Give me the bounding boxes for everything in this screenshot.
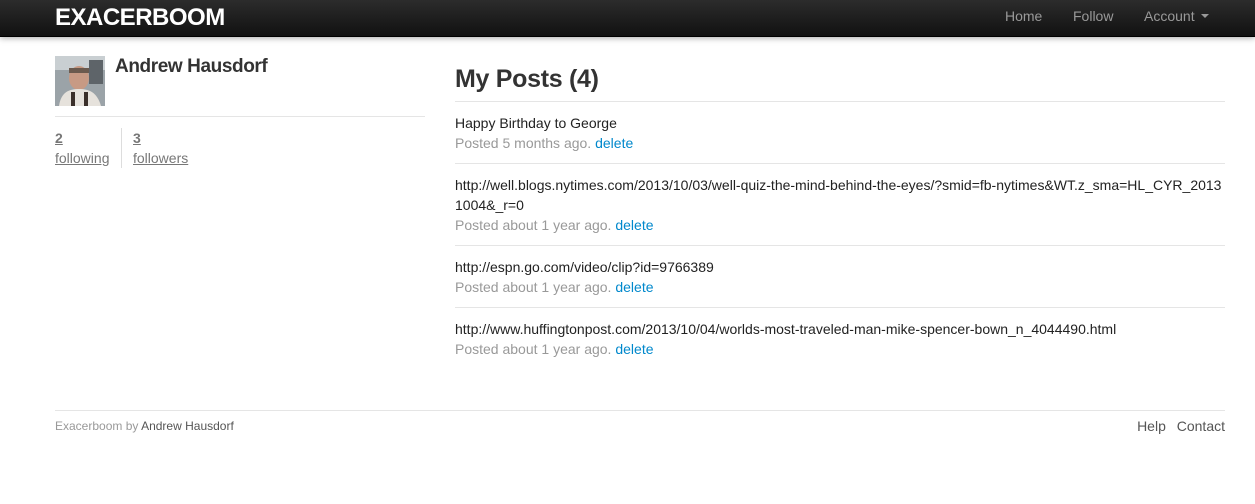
nav-follow-link[interactable]: Follow: [1073, 0, 1113, 37]
delete-post-link[interactable]: delete: [615, 341, 653, 357]
following-count: 2: [55, 130, 63, 146]
post-content: http://www.huffingtonpost.com/2013/10/04…: [455, 321, 1117, 337]
delete-post-link[interactable]: delete: [615, 279, 653, 295]
post-content: http://espn.go.com/video/clip?id=9766389: [455, 259, 714, 275]
post-timestamp: Posted 5 months ago. delete: [455, 133, 1225, 153]
posts-heading: My Posts (4): [455, 65, 599, 93]
sidebar-divider: [55, 116, 425, 117]
post-item: http://well.blogs.nytimes.com/2013/10/03…: [455, 163, 1225, 245]
followers-label: followers: [133, 150, 189, 166]
footer-credit: Exacerboom by Andrew Hausdorf: [55, 418, 234, 434]
post-item: http://www.huffingtonpost.com/2013/10/04…: [455, 307, 1225, 369]
avatar[interactable]: [55, 56, 105, 106]
post-timestamp: Posted about 1 year ago. delete: [455, 339, 1225, 359]
caret-down-icon: [1200, 13, 1209, 18]
footer-help-link[interactable]: Help: [1137, 418, 1166, 434]
post-time-text: Posted 5 months ago.: [455, 135, 592, 151]
brand-logo[interactable]: EXACERBOOM: [55, 3, 225, 33]
delete-post-link[interactable]: delete: [615, 217, 653, 233]
nav-home-link[interactable]: Home: [1005, 0, 1042, 37]
nav-account-label: Account: [1144, 8, 1195, 24]
footer-links: Help Contact: [1130, 417, 1225, 435]
delete-post-link[interactable]: delete: [595, 135, 633, 151]
footer-by-text: by: [125, 419, 139, 433]
post-time-text: Posted about 1 year ago.: [455, 341, 612, 357]
profile-user-name: Andrew Hausdorf: [115, 56, 268, 77]
followers-stat[interactable]: 3 followers: [121, 128, 188, 168]
posts-list: Happy Birthday to George Posted 5 months…: [455, 101, 1225, 369]
post-time-text: Posted about 1 year ago.: [455, 217, 612, 233]
post-time-text: Posted about 1 year ago.: [455, 279, 612, 295]
footer-author-link[interactable]: Andrew Hausdorf: [141, 419, 234, 433]
post-item: Happy Birthday to George Posted 5 months…: [455, 101, 1225, 163]
post-timestamp: Posted about 1 year ago. delete: [455, 277, 1225, 297]
following-label: following: [55, 150, 110, 166]
footer-divider: [55, 410, 1225, 411]
following-stat[interactable]: 2 following: [55, 128, 109, 168]
post-content: http://well.blogs.nytimes.com/2013/10/03…: [455, 177, 1222, 213]
footer-contact-link[interactable]: Contact: [1177, 418, 1225, 434]
avatar-photo-icon: [55, 56, 105, 106]
post-content: Happy Birthday to George: [455, 115, 617, 131]
post-item: http://espn.go.com/video/clip?id=9766389…: [455, 245, 1225, 307]
footer-site-name: Exacerboom: [55, 419, 123, 433]
followers-count: 3: [133, 130, 141, 146]
nav-account-dropdown[interactable]: Account: [1144, 0, 1209, 37]
top-navbar: EXACERBOOM Home Follow Account: [0, 0, 1255, 37]
post-timestamp: Posted about 1 year ago. delete: [455, 215, 1225, 235]
